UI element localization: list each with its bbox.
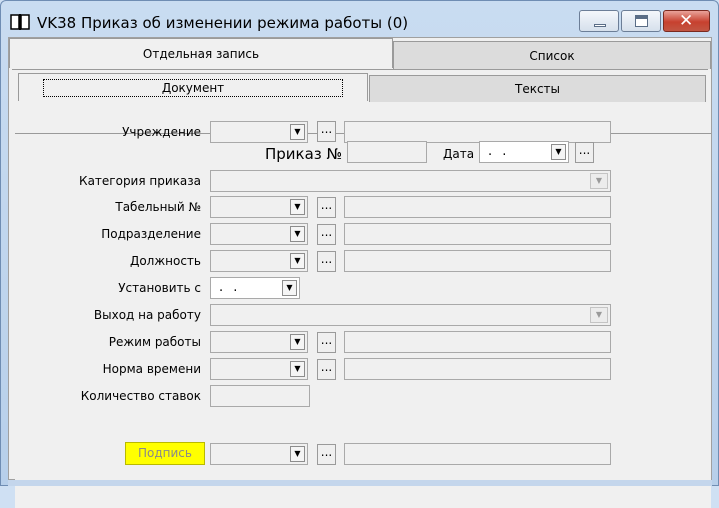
category-combo[interactable]: ▼ (210, 170, 611, 192)
time-norm-label: Норма времени (102, 362, 201, 376)
category-label: Категория приказа (79, 174, 201, 188)
position-lookup-button[interactable]: ... (317, 251, 336, 272)
tab-list-label: Список (529, 48, 575, 63)
position-name-field[interactable] (344, 250, 611, 272)
time-norm-lookup-button[interactable]: ... (317, 359, 336, 380)
document-form: Учреждение ▼ ... Приказ № Дата . . ▼ ... … (15, 121, 711, 508)
signature-button[interactable]: Подпись (125, 442, 205, 465)
close-icon: ✕ (679, 11, 694, 31)
position-label: Должность (129, 254, 201, 268)
return-to-work-label: Выход на работу (93, 308, 201, 322)
chevron-down-icon[interactable]: ▼ (290, 253, 305, 269)
main-window: VK38 Приказ об изменении режима работы (… (0, 0, 719, 508)
employee-name-field[interactable] (344, 196, 611, 218)
chevron-down-icon[interactable]: ▼ (290, 446, 305, 462)
date-label: Дата (443, 147, 475, 161)
rate-count-field[interactable] (210, 385, 310, 407)
time-norm-name-field[interactable] (344, 358, 611, 380)
return-to-work-combo[interactable]: ▼ (210, 304, 611, 326)
signature-combo[interactable]: ▼ (210, 443, 308, 465)
tab-single-record-label: Отдельная запись (142, 46, 260, 61)
institution-name-field[interactable] (344, 121, 611, 143)
order-number-label: Приказ № (265, 145, 343, 163)
tab-texts[interactable]: Тексты (369, 75, 706, 102)
chevron-down-icon[interactable]: ▼ (282, 280, 297, 296)
chevron-down-icon[interactable]: ▼ (290, 226, 305, 242)
tab-texts-label: Тексты (514, 82, 561, 96)
tab-number-combo[interactable]: ▼ (210, 196, 308, 218)
work-mode-lookup-button[interactable]: ... (317, 332, 336, 353)
tab-single-record[interactable]: Отдельная запись (9, 38, 393, 68)
record-panel: Документ Тексты Учреждение ▼ ... Приказ … (12, 69, 711, 508)
tab-document-label: Документ (42, 78, 344, 97)
date-picker[interactable]: . . ▼ (479, 141, 569, 163)
set-from-value: . . (219, 280, 241, 295)
set-from-label: Установить с (118, 281, 201, 295)
chevron-down-icon[interactable]: ▼ (590, 173, 608, 189)
tab-number-lookup-button[interactable]: ... (317, 197, 336, 218)
rate-count-label: Количество ставок (80, 389, 201, 403)
maximize-icon (635, 15, 648, 27)
position-combo[interactable]: ▼ (210, 250, 308, 272)
department-name-field[interactable] (344, 223, 611, 245)
client-area: Отдельная запись Список Документ Тексты … (8, 37, 712, 508)
window-bottom-border (8, 480, 712, 486)
close-button[interactable]: ✕ (663, 10, 710, 32)
department-label: Подразделение (101, 227, 201, 241)
window-title: VK38 Приказ об изменении режима работы (… (37, 14, 409, 32)
set-from-date-picker[interactable]: . . ▼ (210, 277, 300, 299)
date-lookup-button[interactable]: ... (575, 142, 594, 163)
department-combo[interactable]: ▼ (210, 223, 308, 245)
book-icon (10, 14, 30, 30)
chevron-down-icon[interactable]: ▼ (290, 361, 305, 377)
chevron-down-icon[interactable]: ▼ (551, 144, 566, 160)
chevron-down-icon[interactable]: ▼ (290, 199, 305, 215)
chevron-down-icon[interactable]: ▼ (290, 124, 305, 140)
tab-number-label: Табельный № (115, 200, 201, 214)
date-value: . . (488, 144, 510, 159)
tab-document[interactable]: Документ (18, 73, 368, 101)
work-mode-label: Режим работы (108, 335, 201, 349)
work-mode-name-field[interactable] (344, 331, 611, 353)
title-bar[interactable]: VK38 Приказ об изменении режима работы (… (1, 1, 718, 37)
maximize-button[interactable] (621, 10, 661, 32)
time-norm-combo[interactable]: ▼ (210, 358, 308, 380)
minimize-button[interactable] (579, 10, 619, 32)
work-mode-combo[interactable]: ▼ (210, 331, 308, 353)
institution-lookup-button[interactable]: ... (317, 121, 336, 142)
order-number-field[interactable] (347, 141, 427, 163)
chevron-down-icon[interactable]: ▼ (290, 334, 305, 350)
department-lookup-button[interactable]: ... (317, 224, 336, 245)
institution-label: Учреждение (122, 125, 201, 139)
chevron-down-icon[interactable]: ▼ (590, 307, 608, 323)
tab-list[interactable]: Список (393, 41, 711, 69)
signature-lookup-button[interactable]: ... (317, 444, 336, 465)
minimize-icon (594, 24, 606, 27)
institution-combo[interactable]: ▼ (210, 121, 308, 143)
signature-name-field[interactable] (344, 443, 611, 465)
